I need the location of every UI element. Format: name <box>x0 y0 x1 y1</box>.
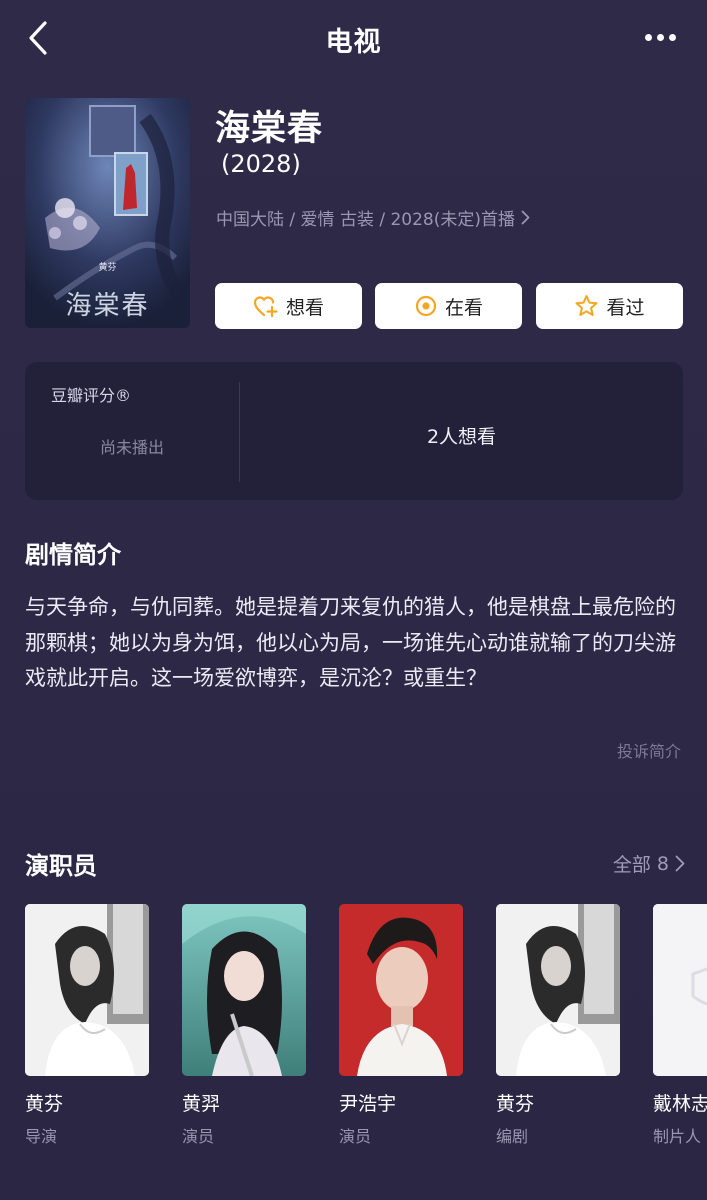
want-to-watch-label: 想看 <box>285 296 324 319</box>
synopsis-text: 与天争命，与仇同葬。她是提着刀来复仇的猎人，他是棋盘上最危险的那颗棋；她以为身为… <box>25 595 676 690</box>
cast-card[interactable]: 戴林志 制片人 <box>653 904 707 1147</box>
douban-rating-label: 豆瓣评分® <box>51 386 132 405</box>
cast-name: 黄芬 <box>496 1093 535 1115</box>
more-dots-icon <box>644 33 652 41</box>
synopsis-title: 剧情简介 <box>25 541 121 569</box>
watching-label: 在看 <box>444 296 483 319</box>
show-poster[interactable]: 黄芬 海棠春 <box>25 98 190 328</box>
cast-card[interactable]: 黄芬 编剧 <box>496 904 620 1147</box>
cast-name: 黄芬 <box>25 1093 64 1115</box>
show-meta-link[interactable]: 中国大陆 / 爱情 古装 / 2028(未定)首播 <box>216 205 530 230</box>
show-year: (2028) <box>221 150 301 178</box>
star-outline-icon <box>574 294 599 318</box>
watching-button[interactable]: 在看 <box>375 283 522 329</box>
cast-photo <box>339 904 463 1076</box>
cast-photo <box>182 904 306 1076</box>
cast-role: 导演 <box>25 1127 58 1146</box>
cast-role: 演员 <box>182 1127 215 1146</box>
cast-role: 制片人 <box>653 1127 702 1146</box>
nav-bar: 电视 <box>0 0 707 78</box>
cast-card[interactable]: 黄芬 导演 <box>25 904 149 1147</box>
cast-carousel[interactable]: 黄芬 导演 黄羿 演员 尹浩宇 演员 黄芬 编剧 戴林志 制片人 <box>25 904 707 1164</box>
poster-title-art: 海棠春 <box>65 291 150 321</box>
watched-label: 看过 <box>606 296 645 319</box>
cast-name: 戴林志 <box>653 1093 707 1115</box>
page-title: 电视 <box>325 27 382 58</box>
cast-photo <box>496 904 620 1076</box>
page: 电视 黄芬 海棠春 海棠春 (2028) 中国大陆 / 爱情 古装 / 2028… <box>0 0 707 1200</box>
cast-count: 8 <box>656 852 669 875</box>
rating-card: 豆瓣评分® 尚未播出 2人想看 <box>25 362 683 500</box>
more-button[interactable] <box>635 22 685 52</box>
more-dot <box>656 33 664 41</box>
cast-card[interactable]: 尹浩宇 演员 <box>339 904 463 1147</box>
target-circle-icon <box>414 294 438 318</box>
cast-photo <box>25 904 149 1076</box>
want-to-watch-button[interactable]: 想看 <box>215 283 362 329</box>
poster-credit: 黄芬 <box>98 263 117 273</box>
want-count: 2人想看 <box>426 426 497 448</box>
show-meta-text: 中国大陆 / 爱情 古装 / 2028(未定)首播 <box>216 210 516 230</box>
heart-plus-icon <box>253 294 279 318</box>
cast-view-all-link[interactable]: 全部 8 <box>613 850 685 877</box>
cast-card[interactable]: 黄羿 演员 <box>182 904 306 1147</box>
report-synopsis-link[interactable]: 投诉简介 <box>617 738 681 762</box>
show-title: 海棠春 <box>215 109 324 149</box>
rating-status: 尚未播出 <box>99 438 164 457</box>
more-dot <box>668 33 676 41</box>
cast-photo <box>653 904 707 1076</box>
cast-all-label: 全部 <box>612 854 651 876</box>
cast-role: 演员 <box>339 1127 372 1146</box>
cast-name: 尹浩宇 <box>339 1093 397 1115</box>
cast-name: 黄羿 <box>182 1093 221 1115</box>
chevron-right-icon <box>521 210 530 225</box>
chevron-right-icon <box>675 855 685 872</box>
cast-title: 演职员 <box>25 852 97 880</box>
watched-button[interactable]: 看过 <box>536 283 683 329</box>
cast-role: 编剧 <box>496 1127 529 1146</box>
